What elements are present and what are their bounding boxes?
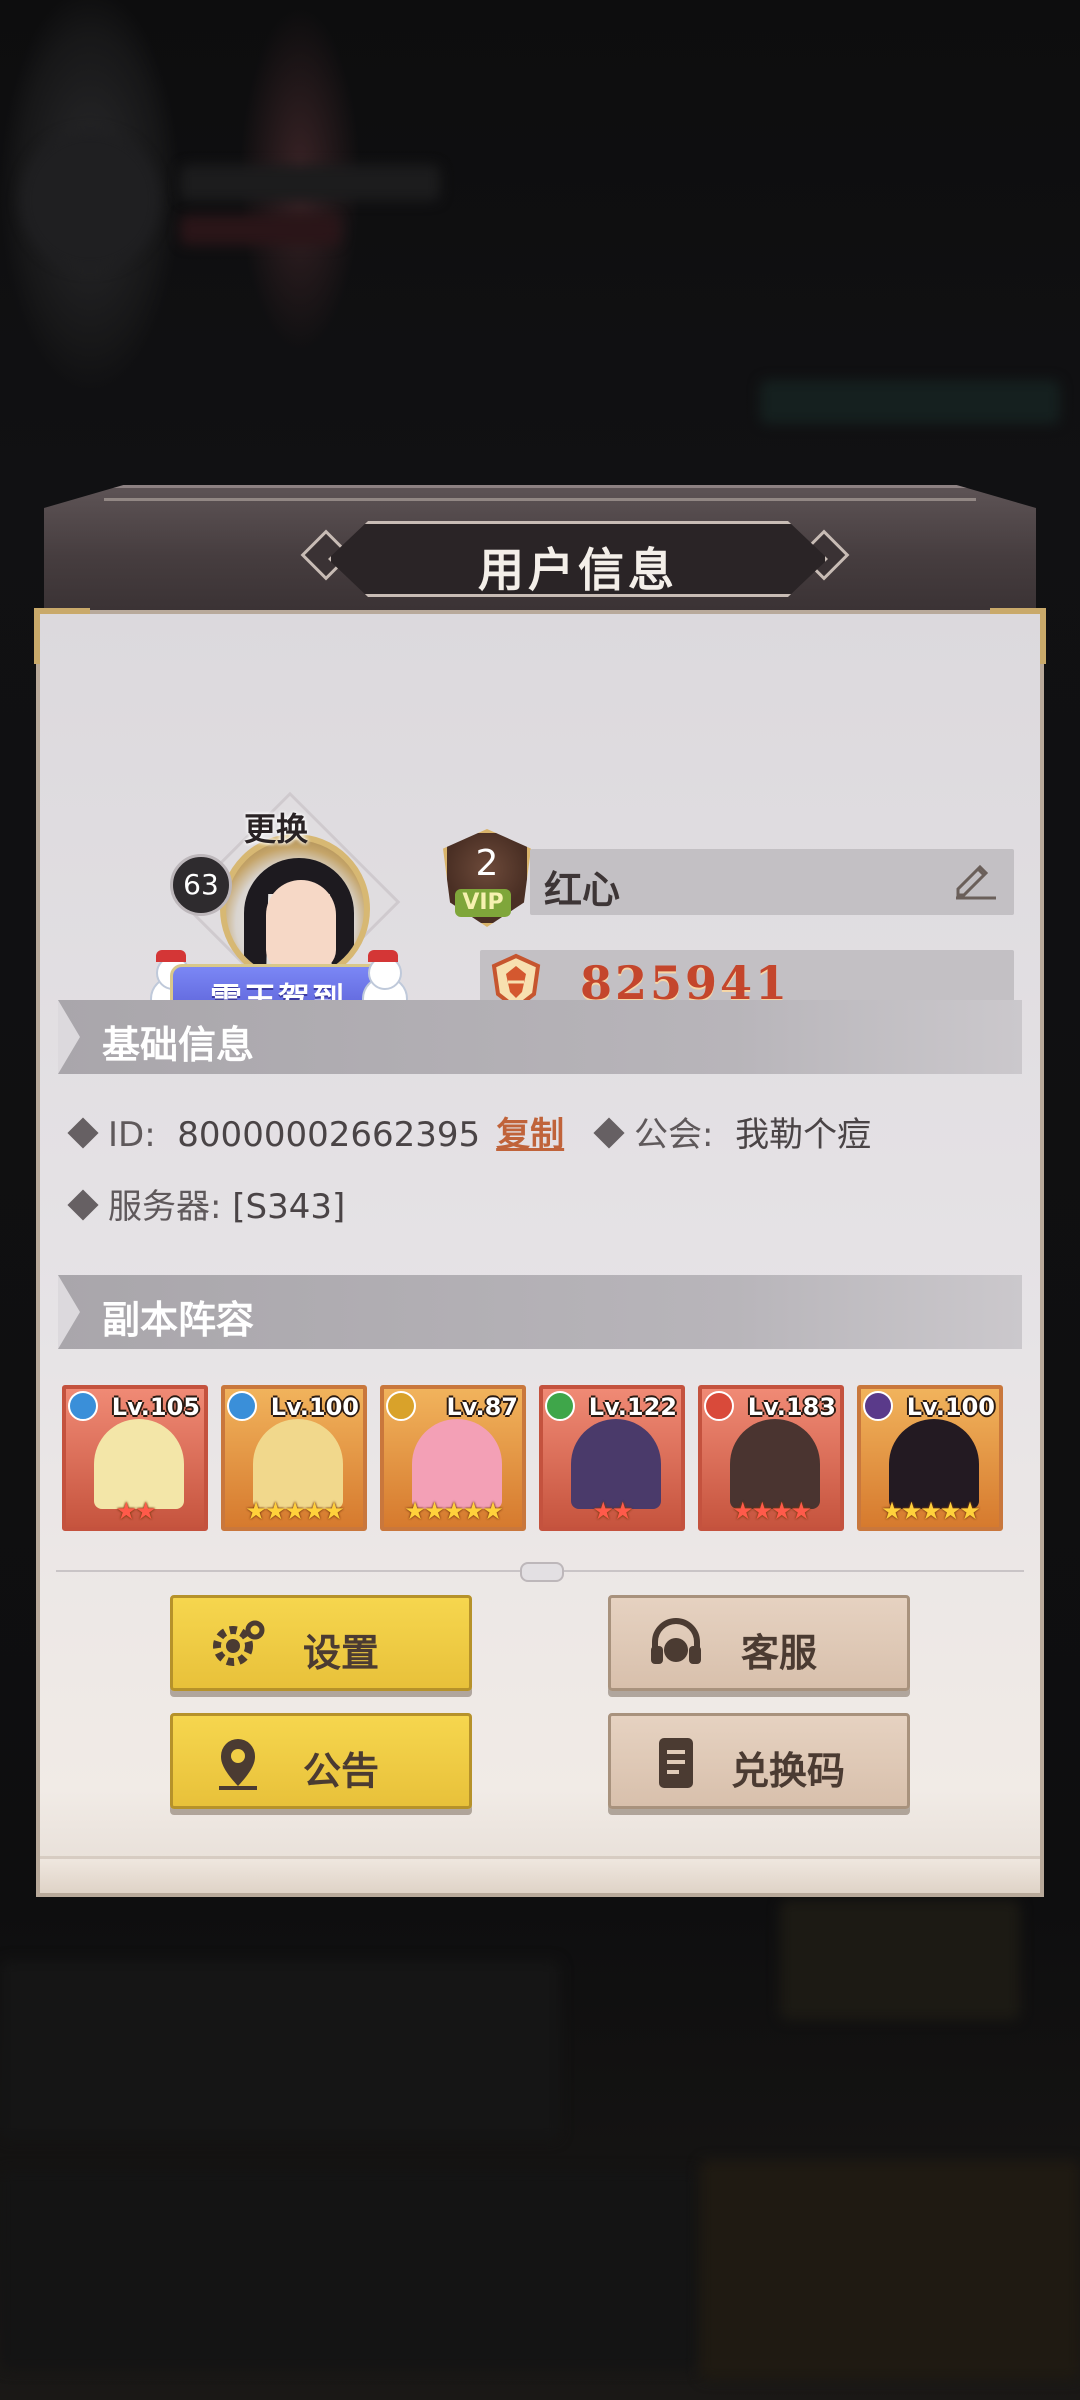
bullet-icon	[593, 1116, 625, 1149]
lineup-header: 副本阵容	[58, 1275, 1022, 1349]
title-plate: 用户信息	[328, 521, 828, 597]
settings-button[interactable]: 设置	[170, 1595, 472, 1691]
hero-card[interactable]: Lv.105 ★★	[62, 1385, 208, 1531]
user-info-dialog: 用户信息 63 更换 雪王驾到 2 VIP 红心 825941 ID: 8000…	[34, 485, 1046, 1897]
hero-portrait	[94, 1419, 184, 1509]
basic-info-header: 基础信息	[58, 1000, 1022, 1074]
bullet-icon	[67, 1188, 99, 1221]
vip-badge[interactable]: 2 VIP	[435, 829, 531, 929]
hero-portrait	[571, 1419, 661, 1509]
redeem-code-label: 兑换码	[731, 1749, 846, 1793]
settings-label: 设置	[303, 1631, 380, 1675]
bottom-ornament	[40, 1856, 1040, 1893]
section-title: 副本阵容	[102, 1298, 255, 1342]
guild-label: 公会:	[634, 1115, 714, 1155]
player-level-badge: 63	[170, 854, 232, 916]
hero-stars: ★★★★★	[245, 1497, 345, 1525]
hero-portrait	[889, 1419, 979, 1509]
divider	[56, 1562, 1024, 1582]
player-name: 红心	[544, 868, 621, 912]
element-icon	[545, 1391, 575, 1421]
hero-stars: ★★★★★	[881, 1497, 981, 1525]
headset-icon	[651, 1618, 701, 1664]
hero-level: Lv.183	[747, 1393, 836, 1421]
vip-label: VIP	[455, 889, 511, 917]
edit-name-icon[interactable]	[954, 861, 998, 901]
dialog-body: 63 更换 雪王驾到 2 VIP 红心 825941	[34, 608, 1046, 1897]
hero-level: Lv.100	[270, 1393, 359, 1421]
customer-service-label: 客服	[741, 1631, 818, 1675]
hero-stars: ★★	[592, 1497, 633, 1525]
header-ornament	[104, 498, 976, 501]
element-icon	[386, 1391, 416, 1421]
corner-ornament	[34, 608, 90, 664]
hero-portrait	[412, 1419, 502, 1509]
player-id-value: 80000002662395	[177, 1115, 481, 1155]
announcement-button[interactable]: 公告	[170, 1713, 472, 1809]
player-name-bar: 红心	[530, 849, 1014, 915]
vip-level: 2	[475, 843, 499, 884]
hero-stars: ★★	[115, 1497, 156, 1525]
hero-lineup: Lv.105 ★★ Lv.100 ★★★★★ Lv.87 ★★★★★ Lv.122 ★★ Lv.…	[62, 1385, 1018, 1535]
hero-card[interactable]: Lv.100 ★★★★★	[221, 1385, 367, 1531]
hero-stars: ★★★★★	[404, 1497, 504, 1525]
element-icon	[704, 1391, 734, 1421]
element-icon	[68, 1391, 98, 1421]
hero-card[interactable]: Lv.183 ★★★★	[698, 1385, 844, 1531]
bullet-icon	[67, 1116, 99, 1149]
hero-portrait	[730, 1419, 820, 1509]
corner-ornament	[990, 608, 1046, 664]
change-avatar-label: 更换	[244, 810, 309, 848]
location-pin-icon	[219, 1739, 257, 1790]
announcement-label: 公告	[303, 1749, 380, 1793]
guild-row: 公会: 我勒个痘	[593, 1107, 872, 1156]
hero-card[interactable]: Lv.100 ★★★★★	[857, 1385, 1003, 1531]
id-label: ID:	[108, 1115, 156, 1155]
element-icon	[863, 1391, 893, 1421]
document-icon	[659, 1738, 693, 1788]
section-title: 基础信息	[102, 1023, 255, 1067]
hero-level: Lv.87	[446, 1393, 519, 1421]
server-row: 服务器: [S343]	[67, 1179, 346, 1228]
server-value: [S343]	[232, 1187, 346, 1227]
gear-icon	[213, 1620, 265, 1666]
hero-level: Lv.122	[588, 1393, 677, 1421]
hero-card[interactable]: Lv.87 ★★★★★	[380, 1385, 526, 1531]
customer-service-button[interactable]: 客服	[608, 1595, 910, 1691]
guild-value: 我勒个痘	[735, 1115, 872, 1155]
hero-portrait	[253, 1419, 343, 1509]
element-icon	[227, 1391, 257, 1421]
copy-id-link[interactable]: 复制	[496, 1115, 564, 1155]
server-label: 服务器:	[108, 1187, 222, 1227]
hero-card[interactable]: Lv.122 ★★	[539, 1385, 685, 1531]
hero-level: Lv.100	[906, 1393, 995, 1421]
player-id-row: ID: 80000002662395 复制	[67, 1107, 564, 1156]
hero-level: Lv.105	[111, 1393, 200, 1421]
redeem-code-button[interactable]: 兑换码	[608, 1713, 910, 1809]
dialog-title: 用户信息	[478, 543, 678, 597]
hero-stars: ★★★★	[731, 1497, 812, 1525]
